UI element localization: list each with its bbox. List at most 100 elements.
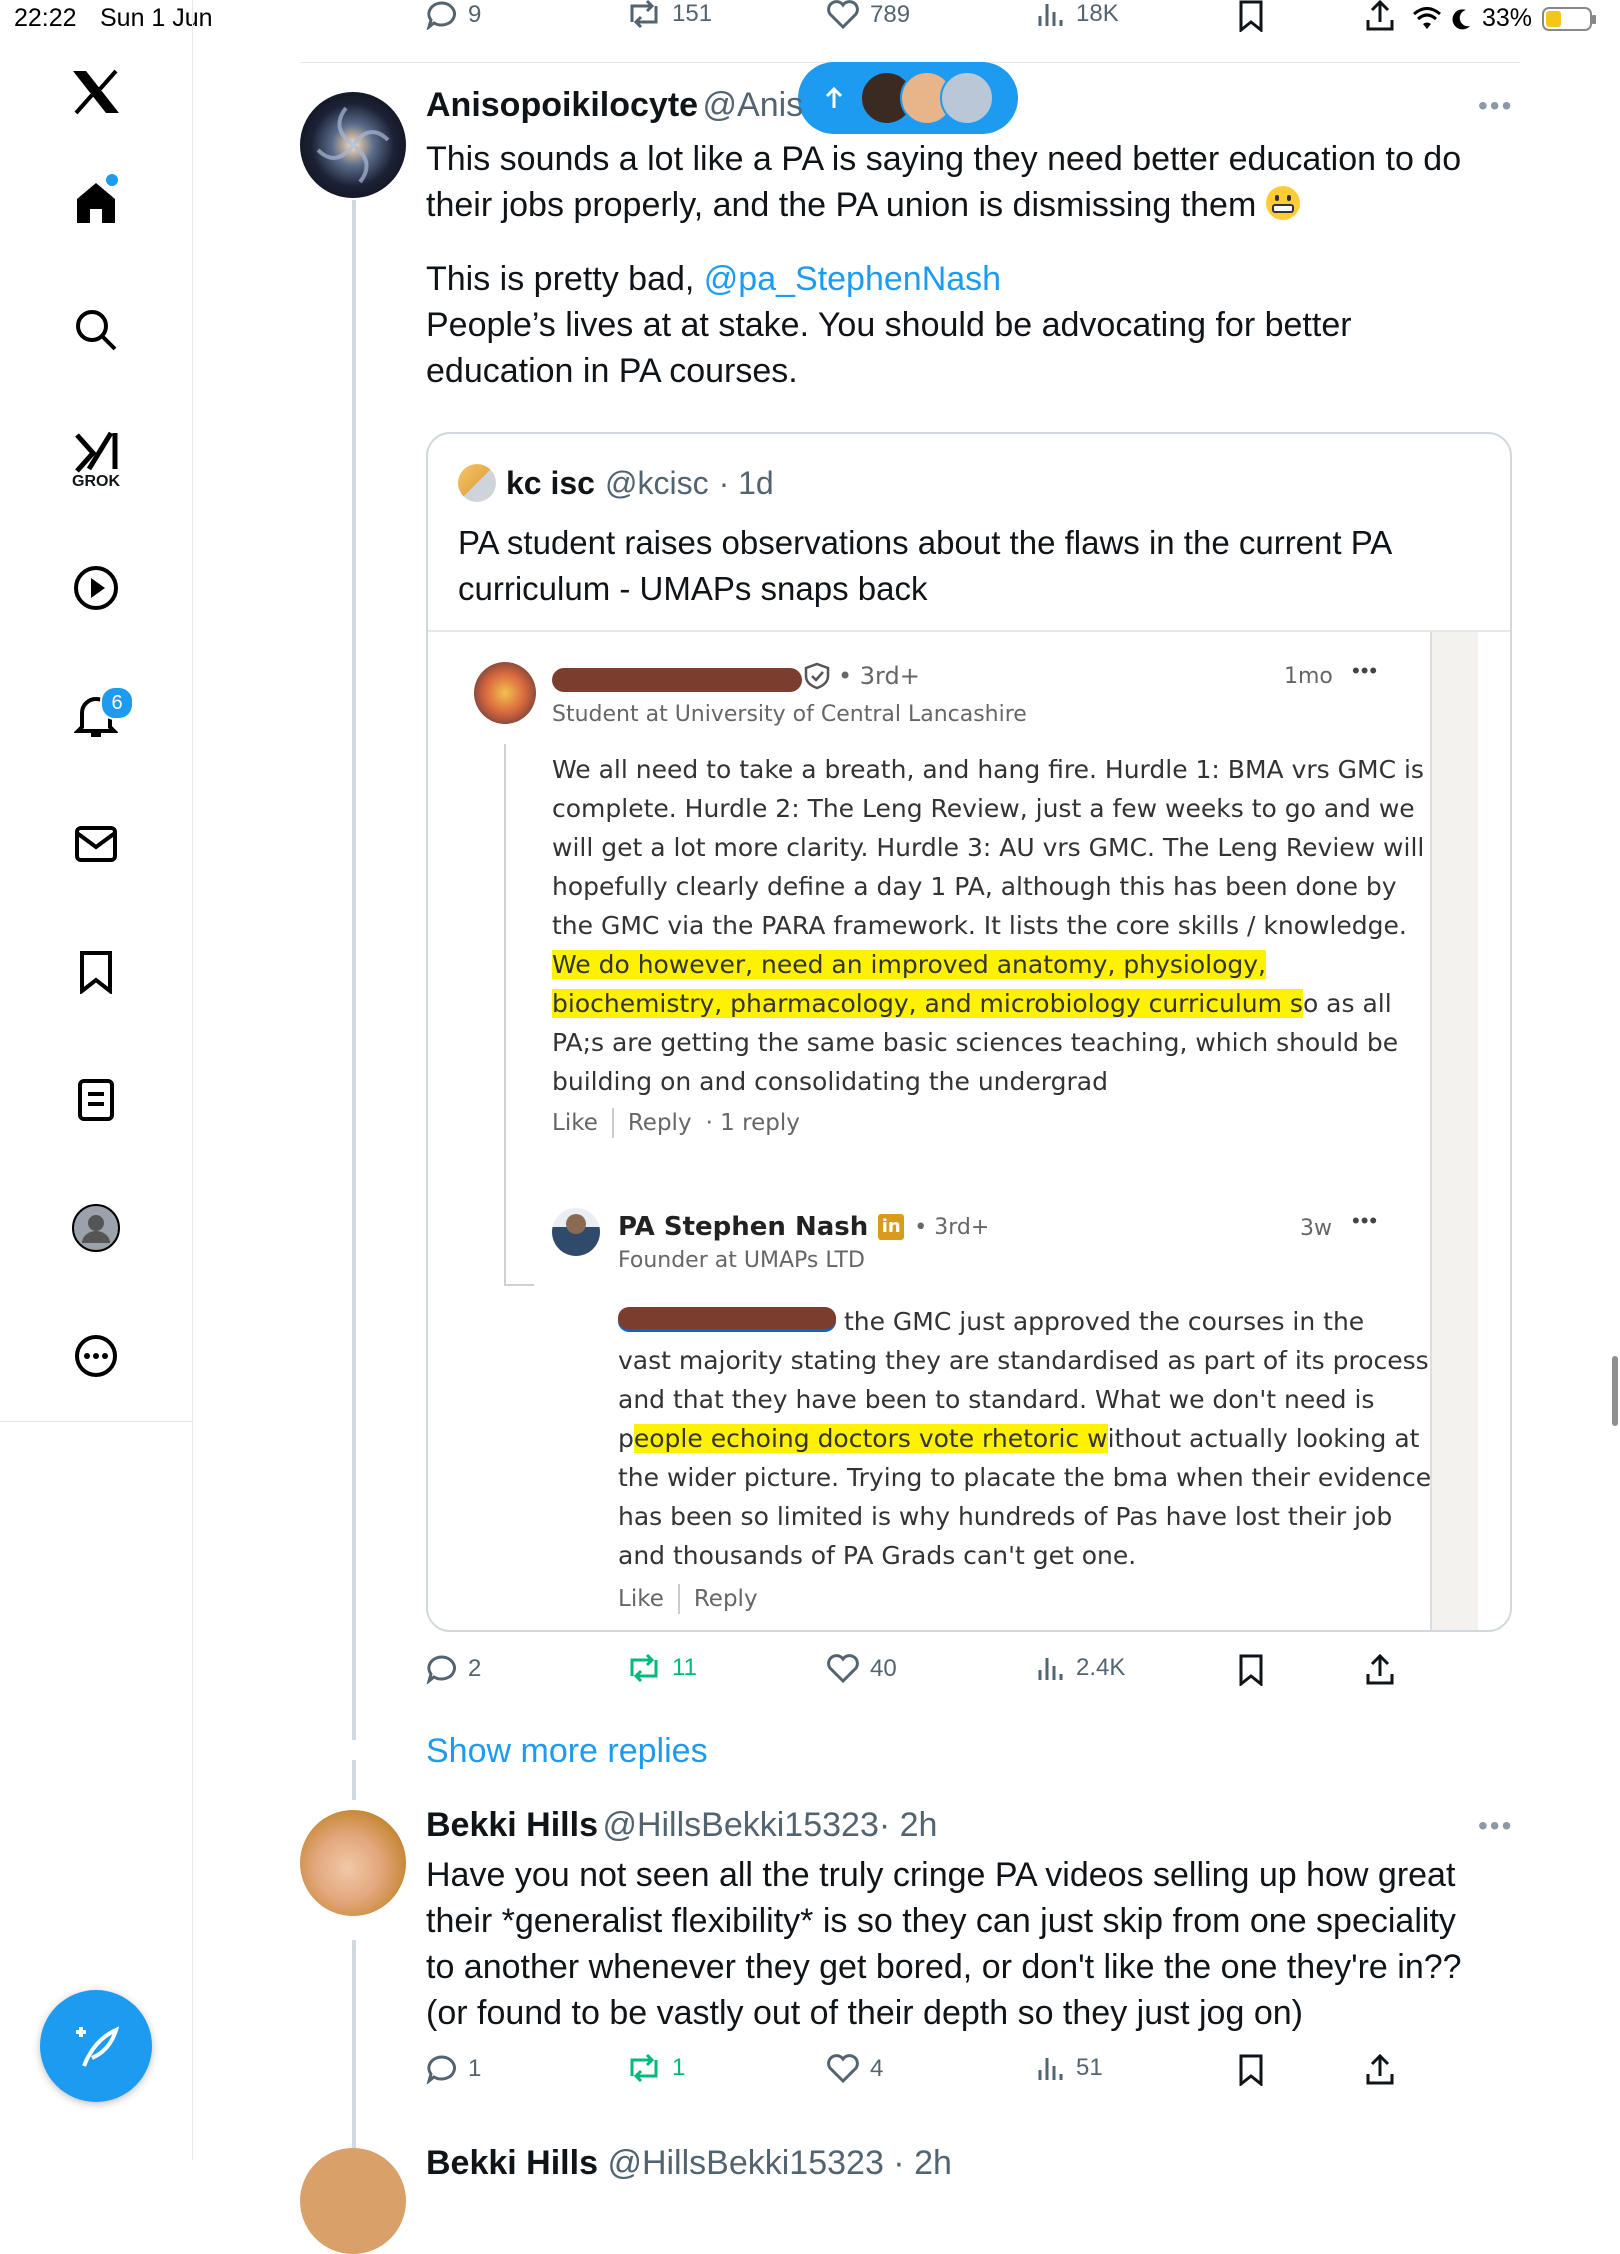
tweet-body: This sounds a lot like a PA is saying th… <box>426 136 1526 394</box>
views-action[interactable]: 51 <box>1036 2054 1103 2082</box>
next-tweet-author-handle[interactable]: @HillsBekki15323 · 2h <box>607 2144 951 2182</box>
reply-action[interactable]: 1 <box>426 2054 481 2084</box>
commenter-headline: Student at University of Central Lancash… <box>552 702 1027 727</box>
views-icon <box>1038 4 1063 26</box>
heart-icon <box>827 0 859 30</box>
like-action[interactable]: 40 <box>826 1654 897 1684</box>
comment-time: 1mo <box>1284 664 1333 689</box>
reply-action[interactable]: 9 <box>426 0 481 30</box>
share-icon <box>1366 2054 1394 2085</box>
tweet-text-line: education in PA courses. <box>426 352 798 390</box>
compose-post-button[interactable] <box>40 1990 152 2102</box>
highlighted-text: We do however, need an improved anatomy,… <box>552 950 1266 979</box>
share-action[interactable] <box>1364 2054 1396 2086</box>
tweet-author-avatar[interactable] <box>300 92 406 198</box>
battery-icon <box>1542 6 1596 31</box>
reply-tweet-avatar[interactable] <box>300 1810 406 1916</box>
more-options-icon[interactable] <box>66 1326 126 1386</box>
verified-shield-icon <box>804 662 830 690</box>
reply-tweet-body: Have you not seen all the truly cringe P… <box>426 1856 1462 2032</box>
share-action[interactable] <box>1364 0 1396 32</box>
comment-meta: • 3rd+ <box>804 662 920 690</box>
notifications-bell-icon[interactable]: 6 <box>66 686 134 746</box>
reply-like-button[interactable]: Like <box>618 1586 664 1612</box>
thread-line <box>352 1940 356 2160</box>
tweet-text-line: This sounds a lot like a PA is saying th… <box>426 140 1462 178</box>
repost-action[interactable]: 1 <box>626 2054 685 2082</box>
like-action[interactable]: 4 <box>826 2054 883 2084</box>
repost-action[interactable]: 151 <box>626 0 712 28</box>
quote-time: · 1d <box>718 464 774 501</box>
heart-icon <box>827 2054 859 2084</box>
mention-link[interactable]: @pa_StephenNash <box>704 260 1001 298</box>
comment-reply-count[interactable]: · 1 reply <box>706 1110 800 1136</box>
grok-icon[interactable]: GROK <box>66 420 126 500</box>
reply-tweet-more-icon[interactable]: ••• <box>1478 1810 1513 1842</box>
comment-actions: Like Reply · 1 reply <box>552 1108 800 1138</box>
reply-icon <box>426 1655 456 1684</box>
grok-label: GROK <box>72 473 120 490</box>
tweet-header: Anisopoikilocyte @Anis <box>426 86 803 125</box>
grimace-emoji-icon <box>1265 186 1300 220</box>
new-post-avatar <box>940 71 994 125</box>
reply-author-avatar <box>552 1208 600 1256</box>
reply-action[interactable]: 2 <box>426 1654 481 1684</box>
redacted-name <box>552 668 802 692</box>
repost-icon <box>630 1654 658 1682</box>
bookmark-action[interactable] <box>1238 0 1264 32</box>
next-tweet-header: Bekki Hills @HillsBekki15323 · 2h <box>426 2144 952 2183</box>
mail-icon[interactable] <box>66 814 126 874</box>
scrollbar-thumb[interactable] <box>1612 1356 1618 1426</box>
author-name[interactable]: Anisopoikilocyte <box>426 86 698 124</box>
home-icon[interactable] <box>66 172 126 232</box>
thread-connector <box>504 1284 534 1286</box>
repost-action[interactable]: 11 <box>626 1654 697 1682</box>
bookmark-action[interactable] <box>1238 1654 1264 1686</box>
next-tweet-author-name[interactable]: Bekki Hills <box>426 2144 598 2182</box>
bookmark-action[interactable] <box>1238 2054 1264 2086</box>
views-action[interactable]: 18K <box>1036 0 1119 28</box>
search-icon[interactable] <box>66 300 126 360</box>
author-handle[interactable]: @Anis <box>703 86 804 124</box>
compose-feather-icon <box>76 2026 120 2067</box>
reply-tweet-header: Bekki Hills @HillsBekki15323· 2h <box>426 1806 937 1845</box>
reply-reply-button[interactable]: Reply <box>694 1586 758 1612</box>
x-logo-icon[interactable] <box>66 62 126 122</box>
quoted-tweet-card[interactable]: kc isc @kcisc · 1d PA student raises obs… <box>426 432 1512 1632</box>
share-icon <box>1366 1654 1394 1685</box>
highlighted-text: biochemistry, pharmacology, and microbio… <box>552 989 1303 1018</box>
quote-author-handle: @kcisc <box>604 464 709 501</box>
home-notification-dot <box>106 174 118 186</box>
tweet-text-line: their jobs properly, and the PA union is… <box>426 182 1526 228</box>
share-action[interactable] <box>1364 1654 1396 1686</box>
new-posts-pill[interactable] <box>798 62 1018 134</box>
views-action[interactable]: 2.4K <box>1036 1654 1125 1682</box>
like-action[interactable]: 789 <box>826 0 910 30</box>
bookmark-icon <box>1239 0 1263 32</box>
reply-author-headline: Founder at UMAPs LTD <box>618 1248 865 1273</box>
comment-like-button[interactable]: Like <box>552 1110 598 1136</box>
reply-tweet-author-handle[interactable]: @HillsBekki15323 <box>602 1806 878 1844</box>
views-icon <box>1038 1658 1063 1680</box>
reply-tweet-author-name[interactable]: Bekki Hills <box>426 1806 598 1844</box>
show-more-replies-link[interactable]: Show more replies <box>426 1732 708 1771</box>
views-icon <box>1038 2058 1063 2080</box>
profile-avatar-icon[interactable] <box>66 1198 126 1258</box>
comment-more-icon[interactable]: ••• <box>1352 658 1378 684</box>
arrow-up-icon <box>825 86 843 108</box>
comment-thread-line <box>504 744 506 1284</box>
video-play-icon[interactable] <box>66 558 126 618</box>
comment-reply-button[interactable]: Reply <box>628 1110 692 1136</box>
redacted-mention <box>618 1307 836 1332</box>
tweet-more-icon[interactable]: ••• <box>1478 90 1513 122</box>
repost-icon <box>630 0 658 28</box>
reply-more-icon[interactable]: ••• <box>1352 1208 1378 1234</box>
highlighted-text: eople echoing doctors vote rhetoric w <box>633 1424 1108 1453</box>
thread-line <box>352 1760 356 1800</box>
bookmark-icon[interactable] <box>66 942 126 1002</box>
reply-tweet-actions: 1 1 4 51 <box>426 2054 1526 2094</box>
lists-icon[interactable] <box>66 1070 126 1130</box>
next-tweet-avatar[interactable] <box>300 2148 406 2254</box>
reply-icon <box>426 2055 456 2084</box>
reply-body: the GMC just approved the courses in the… <box>618 1307 1432 1570</box>
